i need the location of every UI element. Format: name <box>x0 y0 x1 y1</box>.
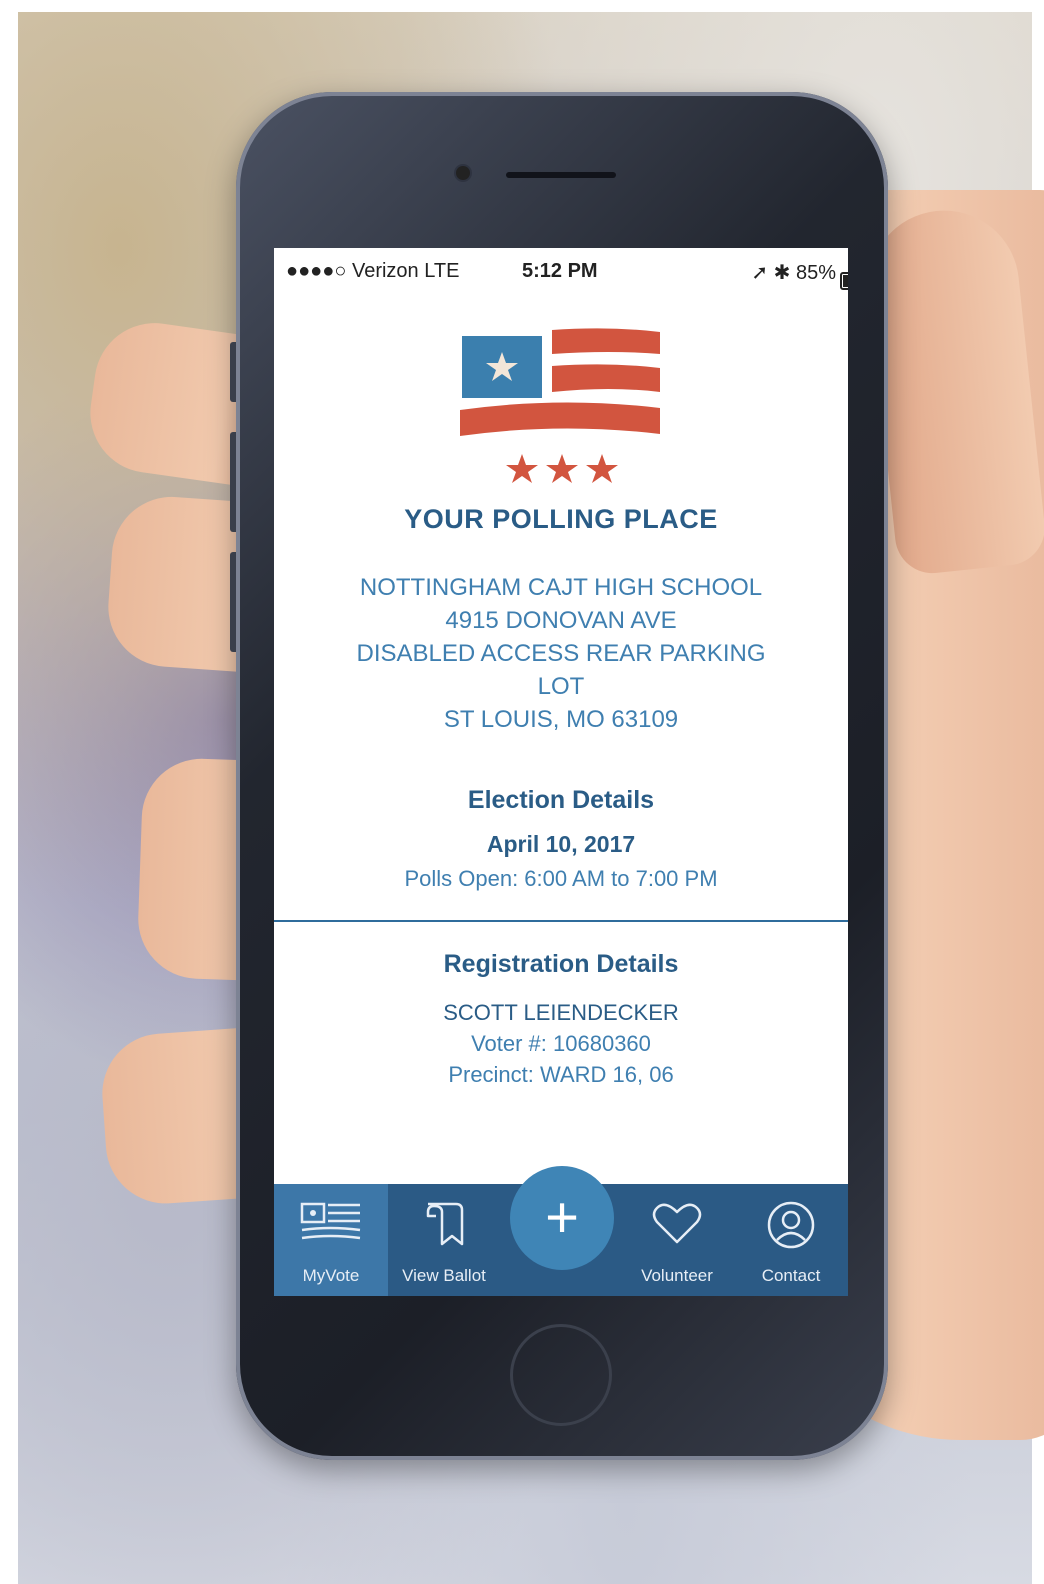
election-date: April 10, 2017 <box>486 831 636 857</box>
app-screen: ●●●●○ Verizon LTE 5:12 PM ➚ ✱ 85% YOUR P… <box>274 248 848 1296</box>
home-button[interactable] <box>510 1324 612 1426</box>
flag-logo-icon <box>460 328 660 483</box>
polling-place-heading: YOUR POLLING PLACE <box>404 504 718 534</box>
tab-label: MyVote <box>302 1266 360 1285</box>
ballot-icon <box>426 1202 464 1246</box>
voter-number: Voter #: 10680360 <box>471 1031 651 1056</box>
flag-icon <box>300 1202 361 1240</box>
election-details-title: Election Details <box>467 786 655 814</box>
earpiece-speaker <box>506 172 616 178</box>
address-line: NOTTINGHAM CAJT HIGH SCHOOL <box>359 574 763 601</box>
address-line: 4915 DONOVAN AVE <box>445 607 677 634</box>
carrier-label: ●●●●○ Verizon LTE <box>286 260 460 282</box>
user-circle-icon <box>767 1201 815 1249</box>
heart-icon <box>652 1203 702 1244</box>
polls-hours: Polls Open: 6:00 AM to 7:00 PM <box>404 866 718 891</box>
status-right: ➚ ✱ 85% <box>751 260 848 290</box>
status-bar: ●●●●○ Verizon LTE 5:12 PM ➚ ✱ 85% <box>274 248 848 292</box>
address-line: LOT <box>537 673 585 700</box>
address-line: ST LOUIS, MO 63109 <box>443 706 679 733</box>
section-divider <box>274 920 848 922</box>
registration-details-title: Registration Details <box>443 950 679 978</box>
tab-myvote[interactable]: MyVote <box>274 1184 388 1296</box>
front-camera <box>456 166 470 180</box>
volume-down-button <box>230 552 236 652</box>
status-right-text: ➚ ✱ 85% <box>751 262 836 284</box>
battery-icon <box>840 272 848 290</box>
tab-volunteer[interactable]: Volunteer <box>620 1184 734 1296</box>
clock: 5:12 PM <box>522 260 598 282</box>
polling-address: NOTTINGHAM CAJT HIGH SCHOOL 4915 DONOVAN… <box>274 571 848 736</box>
address-line: DISABLED ACCESS REAR PARKING <box>356 640 766 667</box>
tab-contact[interactable]: Contact <box>734 1184 848 1296</box>
election-details-section: Election Details April 10, 2017 Polls Op… <box>274 786 848 892</box>
tab-label: View Ballot <box>402 1266 486 1285</box>
tab-view-ballot[interactable]: View Ballot <box>388 1184 500 1296</box>
precinct: Precinct: WARD 16, 06 <box>448 1062 674 1087</box>
polling-place-section: YOUR POLLING PLACE NOTTINGHAM CAJT HIGH … <box>274 504 848 736</box>
tab-label: Volunteer <box>641 1266 713 1285</box>
plus-icon: + <box>545 1185 579 1250</box>
mute-switch <box>230 342 236 402</box>
tab-label: Contact <box>761 1266 821 1285</box>
registration-details-section: Registration Details SCOTT LEIENDECKER V… <box>274 950 848 1090</box>
add-fab-button[interactable]: + <box>510 1166 614 1270</box>
volume-up-button <box>230 432 236 532</box>
voter-name: SCOTT LEIENDECKER <box>443 1000 679 1025</box>
